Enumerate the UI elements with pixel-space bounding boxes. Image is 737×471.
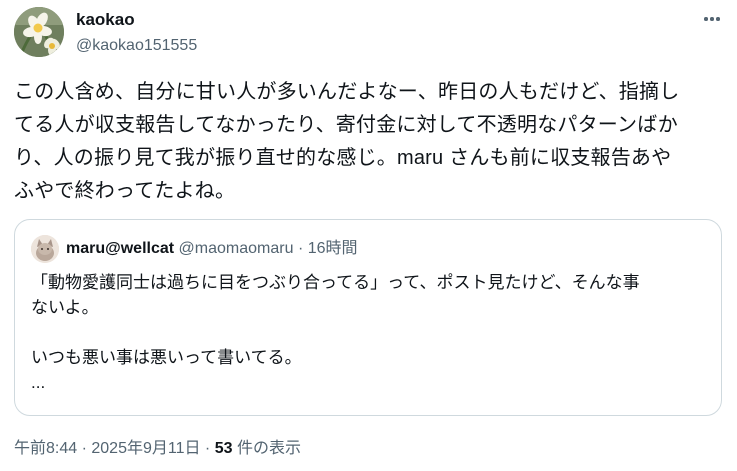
quoted-header: maru@wellcat @maomaomaru · 16時間 [66, 238, 358, 260]
views-count[interactable]: 53 [215, 440, 233, 457]
quoted-author-handle: @maomaomaru [178, 240, 294, 257]
quoted-author-avatar [31, 235, 59, 263]
quoted-separator: · [297, 240, 304, 257]
tweet-date[interactable]: 2025年9月11日 [91, 440, 200, 457]
meta-separator: · [200, 440, 215, 457]
views-label: 件の表示 [232, 440, 301, 457]
tweet-text-line: この人含め、自分に甘い人が多いんだよなー、昨日の人もだけど、指摘し [14, 81, 680, 103]
daffodil-avatar-icon [14, 7, 64, 57]
cat-avatar-icon [31, 235, 59, 263]
author-block: kaokao @kaokao151555 [76, 10, 197, 56]
quoted-text-line: いつも悪い事は悪いって書いてる。 [31, 348, 302, 367]
author-avatar[interactable] [14, 7, 64, 57]
tweet-text: この人含め、自分に甘い人が多いんだよなー、昨日の人もだけど、指摘し てる人が収支… [14, 76, 726, 208]
quoted-text-line: ないよ。 [31, 298, 99, 317]
quoted-text-line: ... [31, 373, 46, 392]
tweet-text-line: り、人の振り見て我が振り直せ的な感じ。maru さんも前に収支報告あや [14, 147, 672, 169]
quoted-tweet-text: 「動物愛護同士は過ちに目をつぶり合ってる」って、ポスト見たけど、そんな事 ないよ… [31, 270, 711, 395]
quoted-tweet-card[interactable]: maru@wellcat @maomaomaru · 16時間 「動物愛護同士は… [14, 219, 722, 416]
more-options-button[interactable] [701, 8, 723, 30]
quoted-author-name[interactable]: maru@wellcat [66, 240, 174, 257]
tweet-time[interactable]: 午前8:44 [14, 440, 77, 457]
quoted-text-line [31, 320, 711, 345]
author-handle[interactable]: @kaokao151555 [76, 36, 197, 56]
author-name[interactable]: kaokao [76, 10, 197, 30]
more-horizontal-icon [704, 17, 720, 21]
tweet-text-line: てる人が収支報告してなかったり、寄付金に対して不透明なパターンばか [14, 114, 678, 136]
tweet-text-line: ふやで終わってたよね。 [14, 180, 236, 202]
meta-separator: · [77, 440, 92, 457]
tweet-meta: 午前8:44 · 2025年9月11日 · 53 件の表示 [14, 439, 301, 459]
quoted-timestamp[interactable]: 16時間 [308, 240, 358, 257]
quoted-text-line: 「動物愛護同士は過ちに目をつぶり合ってる」って、ポスト見たけど、そんな事 [31, 273, 640, 292]
